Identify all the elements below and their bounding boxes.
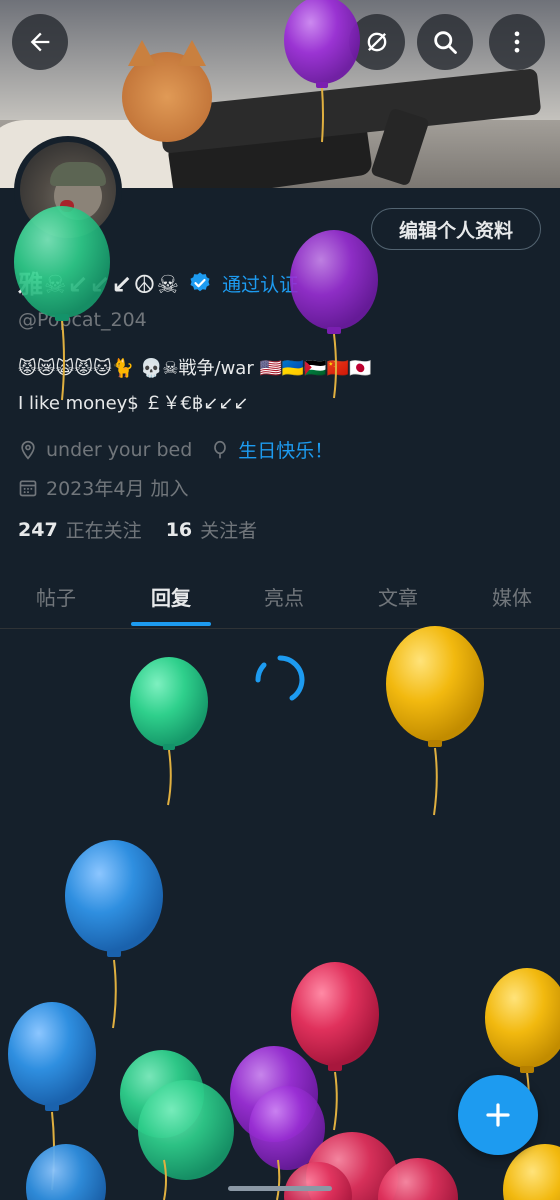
more-button[interactable]	[489, 14, 545, 70]
compose-fab-button[interactable]	[458, 1075, 538, 1155]
birthday-link[interactable]: 生日快乐！	[238, 436, 333, 463]
following-count[interactable]: 247	[18, 519, 58, 541]
search-button[interactable]	[417, 14, 473, 70]
location-birthday-row: under your bed 生日快乐！	[18, 436, 333, 463]
balloon-yellow	[386, 626, 484, 816]
avatar-image	[20, 142, 116, 238]
followers-label[interactable]: 关注者	[200, 516, 257, 543]
balloon-purple	[230, 1046, 325, 1200]
tab-highlights[interactable]: 亮点	[264, 582, 304, 611]
verify-link[interactable]: 通过认证	[222, 270, 298, 297]
location-pin-icon	[21, 440, 35, 460]
more-vertical-icon	[514, 31, 520, 53]
tab-posts[interactable]: 帖子	[36, 582, 76, 611]
balloon-green	[130, 657, 208, 806]
balloon-red	[291, 962, 379, 1131]
tab-active-indicator	[131, 622, 211, 626]
avatar-blood-mark	[60, 200, 74, 212]
avatar[interactable]	[14, 136, 122, 244]
banner-cat	[122, 40, 212, 142]
display-name: 雅☠↙↙↙☮☠	[18, 270, 181, 299]
location-text: under your bed	[46, 438, 193, 461]
no-sync-button[interactable]	[349, 14, 405, 70]
followers-count[interactable]: 16	[166, 519, 192, 541]
tab-articles[interactable]: 文章	[378, 582, 418, 611]
bio-line-1: 😾😿🙀😾🐱🐈 💀☠戦争/war 🇺🇸🇺🇦🇵🇸🇨🇳🇯🇵	[18, 358, 372, 379]
tab-replies[interactable]: 回复	[151, 582, 191, 611]
plus-icon	[486, 1103, 510, 1127]
tab-media[interactable]: 媒体	[492, 582, 532, 611]
balloon-blue	[26, 1144, 106, 1200]
calendar-icon	[19, 480, 37, 496]
search-icon	[434, 31, 457, 54]
no-sync-icon	[367, 32, 387, 52]
edit-profile-button[interactable]: 编辑个人资料	[371, 208, 541, 250]
avatar-helmet	[50, 162, 106, 186]
joined-row: 2023年4月 加入	[18, 474, 188, 501]
profile-tabs: 帖子 回复 亮点 文章 媒体	[0, 572, 560, 629]
balloon-icon	[214, 440, 227, 458]
gesture-home-indicator[interactable]	[228, 1186, 332, 1191]
back-button[interactable]	[12, 14, 68, 70]
name-row: 雅☠↙↙↙☮☠ 通过认证	[18, 264, 298, 302]
follow-stats: 247 正在关注 16 关注者	[18, 516, 281, 543]
joined-text: 2023年4月 加入	[46, 478, 189, 500]
arrow-left-icon	[30, 32, 50, 52]
balloon-green	[120, 1050, 234, 1200]
balloon-blue	[65, 840, 163, 1029]
verified-badge-icon[interactable]	[188, 271, 212, 295]
loading-spinner-icon	[255, 655, 305, 701]
bio-line-2: I like money$ ￡￥€฿↙↙↙	[18, 393, 249, 414]
handle: @Popcat_204	[18, 309, 147, 331]
following-label[interactable]: 正在关注	[66, 516, 142, 543]
balloon-blue	[8, 1002, 96, 1191]
